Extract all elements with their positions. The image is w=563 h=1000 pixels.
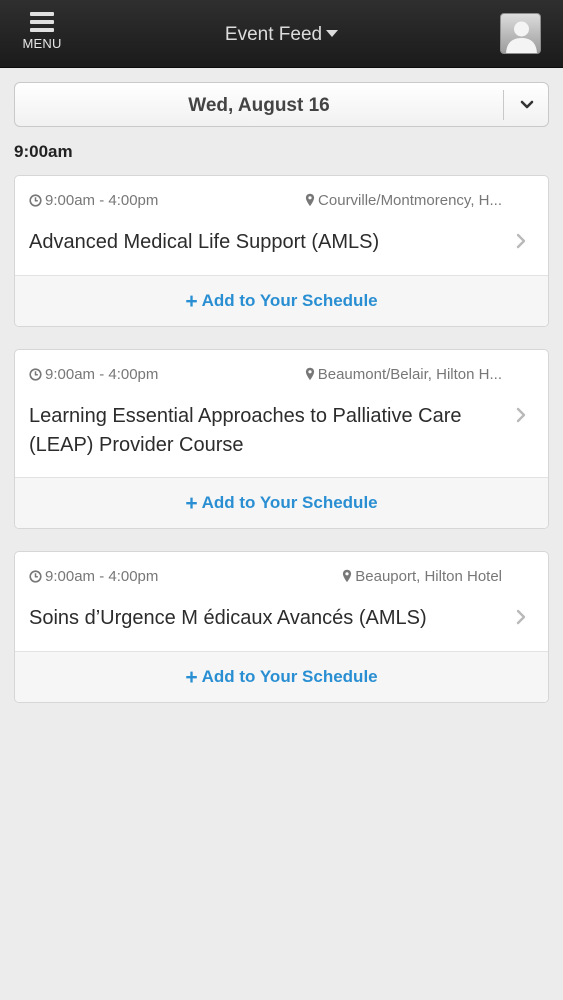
event-time: 9:00am - 4:00pm xyxy=(29,192,158,209)
plus-icon: + xyxy=(185,491,198,515)
event-location: Beaumont/Belair, Hilton H... xyxy=(305,366,502,383)
map-pin-icon xyxy=(305,367,314,381)
user-avatar-icon xyxy=(506,21,537,53)
add-to-schedule-label: Add to Your Schedule xyxy=(201,667,378,686)
chevron-right-icon xyxy=(516,233,526,249)
clock-icon xyxy=(29,368,42,381)
event-location: Beauport, Hilton Hotel xyxy=(342,568,502,585)
event-card-body[interactable]: 9:00am - 4:00pm Courville/Montmorency, H… xyxy=(15,176,548,276)
event-title: Learning Essential Approaches to Palliat… xyxy=(29,405,462,456)
top-nav-bar: MENU Event Feed xyxy=(0,0,563,68)
plus-icon: + xyxy=(185,665,198,689)
page-title: Event Feed xyxy=(224,24,323,45)
event-card-body[interactable]: 9:00am - 4:00pm Beaumont/Belair, Hilton … xyxy=(15,350,548,479)
event-title: Soins d’Urgence M édicaux Avancés (AMLS) xyxy=(29,607,427,629)
event-time: 9:00am - 4:00pm xyxy=(29,366,158,383)
selected-date: Wed, August 16 xyxy=(188,95,330,116)
event-title: Advanced Medical Life Support (AMLS) xyxy=(29,231,380,253)
map-pin-icon xyxy=(343,569,352,583)
add-to-schedule-label: Add to Your Schedule xyxy=(201,493,378,512)
date-dropdown-button[interactable] xyxy=(504,83,550,126)
chevron-down-icon xyxy=(520,100,534,108)
clock-icon xyxy=(29,194,42,207)
plus-icon: + xyxy=(185,289,198,313)
time-heading: 9:00am xyxy=(14,142,73,161)
caret-down-icon xyxy=(326,29,339,37)
event-time: 9:00am - 4:00pm xyxy=(29,568,158,585)
add-to-schedule-label: Add to Your Schedule xyxy=(201,291,378,310)
add-to-schedule-button[interactable]: + Add to Your Schedule xyxy=(15,275,548,326)
event-feed-dropdown[interactable]: Event Feed xyxy=(0,24,563,46)
clock-icon xyxy=(29,570,42,583)
chevron-right-icon xyxy=(516,407,526,423)
event-location: Courville/Montmorency, H... xyxy=(305,192,502,209)
chevron-right-icon xyxy=(516,609,526,625)
event-card: 9:00am - 4:00pm Courville/Montmorency, H… xyxy=(14,175,549,327)
date-selector[interactable]: Wed, August 16 xyxy=(14,82,549,127)
add-to-schedule-button[interactable]: + Add to Your Schedule xyxy=(15,477,548,528)
profile-button[interactable] xyxy=(500,13,541,54)
map-pin-icon xyxy=(305,193,315,207)
event-card: 9:00am - 4:00pm Beaumont/Belair, Hilton … xyxy=(14,349,549,529)
add-to-schedule-button[interactable]: + Add to Your Schedule xyxy=(15,651,548,702)
event-card-body[interactable]: 9:00am - 4:00pm Beauport, Hilton Hotel S… xyxy=(15,552,548,652)
event-card: 9:00am - 4:00pm Beauport, Hilton Hotel S… xyxy=(14,551,549,703)
